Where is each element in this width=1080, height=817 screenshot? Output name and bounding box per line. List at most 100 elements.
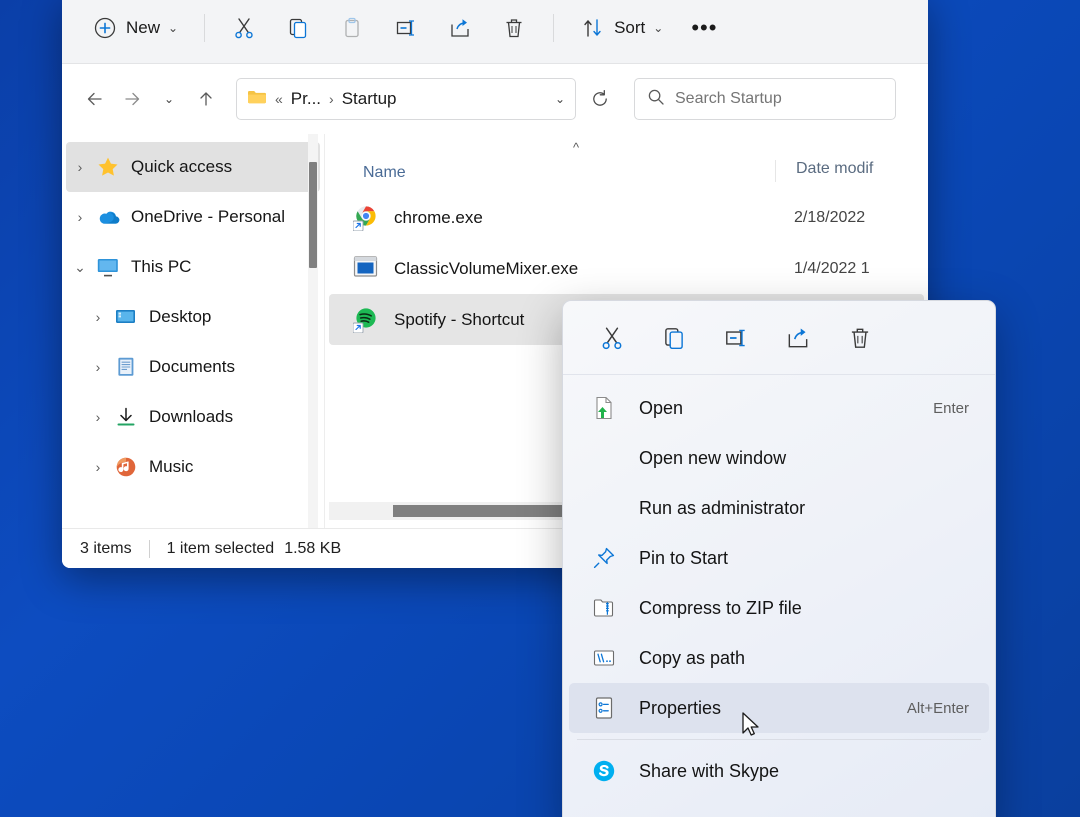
toolbar-divider — [204, 14, 205, 42]
sidebar-item-music[interactable]: › Music — [66, 442, 320, 492]
star-icon — [94, 155, 122, 179]
status-selection: 1 item selected — [167, 540, 275, 558]
share-button[interactable] — [435, 8, 485, 48]
forward-button[interactable] — [115, 82, 149, 116]
context-cut-button[interactable] — [581, 314, 643, 362]
chevron-right-icon[interactable]: › — [84, 409, 112, 425]
chevron-right-icon[interactable]: › — [84, 459, 112, 475]
context-menu-item-properties[interactable]: Properties Alt+Enter — [569, 683, 989, 733]
column-headers: ^ Name Date modif — [325, 134, 928, 192]
breadcrumb-parent[interactable]: Pr... — [291, 89, 321, 109]
paste-button[interactable] — [327, 8, 377, 48]
context-menu-separator — [577, 739, 981, 740]
folder-icon — [247, 88, 267, 111]
plus-circle-icon — [92, 15, 118, 41]
recent-locations-button[interactable]: ⌄ — [152, 82, 186, 116]
context-menu: Open Enter Open new window Run as admini… — [562, 300, 996, 817]
back-button[interactable] — [78, 82, 112, 116]
context-menu-item-accelerator: Enter — [933, 400, 969, 417]
file-name: chrome.exe — [394, 208, 794, 228]
context-copy-button[interactable] — [643, 314, 705, 362]
context-menu-item-copy-as-path[interactable]: Copy as path — [569, 633, 989, 683]
search-input[interactable] — [675, 90, 883, 108]
spotify-shortcut-icon — [353, 306, 381, 334]
context-menu-item-label: Pin to Start — [639, 548, 728, 569]
table-row[interactable]: chrome.exe 2/18/2022 — [329, 192, 924, 243]
status-size: 1.58 KB — [284, 540, 341, 558]
up-button[interactable] — [189, 82, 223, 116]
sidebar-item-downloads[interactable]: › Downloads — [66, 392, 320, 442]
explorer-toolbar: New ⌄ — [62, 0, 928, 64]
sidebar-item-label: This PC — [131, 257, 191, 277]
more-options-button[interactable]: ••• — [679, 8, 729, 48]
cut-button[interactable] — [219, 8, 269, 48]
desktop-icon — [112, 305, 140, 329]
context-menu-item-label: Run as administrator — [639, 498, 805, 519]
column-header-date-modified[interactable]: Date modif — [775, 160, 873, 182]
context-menu-item-open[interactable]: Open Enter — [569, 383, 989, 433]
sidebar-item-desktop[interactable]: › Desktop — [66, 292, 320, 342]
table-row[interactable]: ClassicVolumeMixer.exe 1/4/2022 1 — [329, 243, 924, 294]
context-menu-item-label: Open — [639, 398, 683, 419]
sidebar-item-label: Desktop — [149, 307, 211, 327]
delete-button[interactable] — [489, 8, 539, 48]
context-menu-item-label: Open new window — [639, 448, 786, 469]
cloud-icon — [94, 205, 122, 229]
new-button-label: New — [126, 18, 160, 38]
column-header-name[interactable]: Name — [325, 164, 775, 182]
sort-button[interactable]: Sort ⌄ — [568, 8, 675, 48]
context-menu-item-open-new-window[interactable]: Open new window — [569, 433, 989, 483]
chevron-down-icon[interactable]: ⌄ — [66, 259, 94, 276]
copy-button[interactable] — [273, 8, 323, 48]
ellipsis-icon: ••• — [691, 15, 717, 41]
context-rename-button[interactable] — [705, 314, 767, 362]
music-icon — [112, 455, 140, 479]
new-button[interactable]: New ⌄ — [80, 8, 190, 48]
sidebar-item-label: Documents — [149, 357, 235, 377]
trash-icon — [501, 15, 527, 41]
file-date-modified: 2/18/2022 — [794, 209, 865, 227]
context-menu-item-accelerator: Alt+Enter — [907, 700, 969, 717]
sort-arrows-icon — [580, 15, 606, 41]
context-share-button[interactable] — [767, 314, 829, 362]
chevron-right-icon[interactable]: › — [66, 159, 94, 175]
refresh-button[interactable] — [583, 82, 617, 116]
sidebar-item-documents[interactable]: › Documents — [66, 342, 320, 392]
breadcrumb-overflow[interactable]: « — [275, 91, 283, 107]
sidebar-item-label: Quick access — [131, 157, 232, 177]
copy-path-icon — [591, 645, 617, 671]
zip-folder-icon — [591, 595, 617, 621]
search-icon — [647, 88, 665, 111]
context-menu-item-run-as-administrator[interactable]: Run as administrator — [569, 483, 989, 533]
documents-icon — [112, 355, 140, 379]
sidebar-item-quick-access[interactable]: › Quick access — [66, 142, 320, 192]
context-menu-item-share-with-skype[interactable]: Share with Skype — [569, 746, 989, 796]
paste-icon — [339, 15, 365, 41]
chevron-down-icon: ⌄ — [168, 21, 178, 35]
context-menu-item-pin-to-start[interactable]: Pin to Start — [569, 533, 989, 583]
chevron-up-icon: ^ — [573, 140, 579, 155]
context-menu-item-label: Share with Skype — [639, 761, 779, 782]
search-box[interactable] — [634, 78, 896, 120]
chevron-right-icon[interactable]: › — [84, 359, 112, 375]
context-menu-item-label: Copy as path — [639, 648, 745, 669]
monitor-icon — [94, 255, 122, 279]
breadcrumb-current[interactable]: Startup — [342, 89, 397, 109]
chevron-down-icon[interactable]: ⌄ — [555, 92, 565, 106]
chevron-down-icon: ⌄ — [164, 92, 174, 106]
sidebar-item-onedrive[interactable]: › OneDrive - Personal — [66, 192, 320, 242]
context-menu-item-compress-to-zip[interactable]: Compress to ZIP file — [569, 583, 989, 633]
chevron-right-icon[interactable]: › — [66, 209, 94, 225]
chevron-right-icon[interactable]: › — [84, 309, 112, 325]
sidebar-item-this-pc[interactable]: ⌄ This PC — [66, 242, 320, 292]
chrome-shortcut-icon — [353, 204, 381, 232]
copy-icon — [285, 15, 311, 41]
sidebar-scrollbar-thumb[interactable] — [309, 162, 317, 268]
rename-icon — [393, 15, 419, 41]
sidebar-scrollbar[interactable] — [308, 134, 318, 528]
context-delete-button[interactable] — [829, 314, 891, 362]
status-divider — [149, 540, 150, 558]
rename-button[interactable] — [381, 8, 431, 48]
address-bar[interactable]: « Pr... › Startup ⌄ — [236, 78, 576, 120]
navigation-pane: › Quick access › OneDrive - Personal ⌄ T… — [62, 134, 324, 528]
